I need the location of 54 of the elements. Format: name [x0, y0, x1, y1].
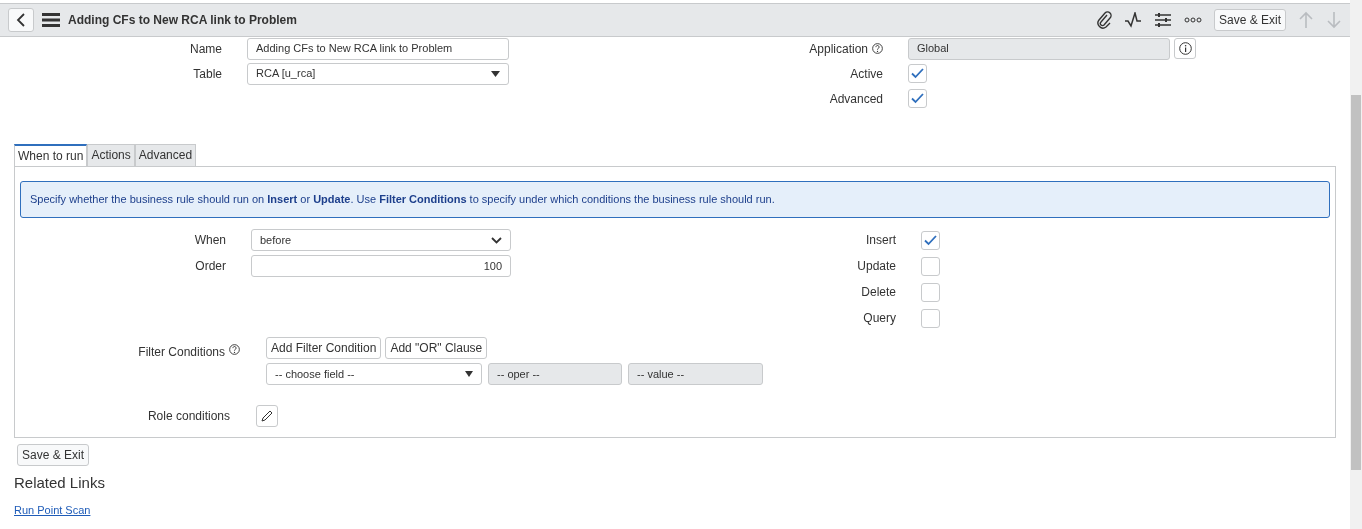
filter-button[interactable]: Add Filter Condition [266, 337, 382, 359]
field-label: Insert [865, 232, 897, 249]
section-heading: Related Links [14, 473, 106, 493]
field-label: Filter Conditions [138, 344, 225, 361]
tab[interactable]: When to run [14, 144, 88, 166]
field-label: Order [194, 258, 227, 275]
caret-icon [491, 70, 500, 77]
field-select[interactable]: -- choose field -- [266, 363, 482, 385]
input-field[interactable]: Adding CFs to New RCA link to Problem [247, 37, 509, 60]
field-label: Update [856, 258, 897, 275]
scrollbar[interactable] [1350, 0, 1362, 529]
tab[interactable]: Advanced [134, 144, 197, 166]
field-label: When [193, 232, 227, 249]
pencil-icon [261, 410, 273, 422]
form-title: Adding CFs to New RCA link to Problem [68, 12, 297, 29]
paperclip-icon[interactable] [1095, 11, 1112, 29]
input-field[interactable]: Global [908, 37, 1170, 60]
help-icon[interactable] [872, 43, 883, 54]
value-field[interactable]: -- value -- [628, 363, 763, 385]
input-field[interactable]: 100 [251, 255, 511, 277]
info-button[interactable] [1174, 38, 1196, 59]
settings-icon[interactable] [1153, 12, 1172, 28]
info-message: Specify whether the business rule should run on Insert or Update. Use Filter Conditions to specify under which conditions the business rule should run. [20, 181, 1330, 218]
pulse-icon[interactable] [1123, 12, 1142, 28]
field-label: Delete [860, 284, 897, 301]
checkbox[interactable] [908, 89, 927, 108]
field-label: Advanced [828, 90, 884, 108]
field-label: Application [809, 40, 868, 58]
operator-field[interactable]: -- oper -- [488, 363, 622, 385]
field-label: Query [862, 310, 897, 327]
more-icon[interactable] [1183, 17, 1202, 23]
back-button[interactable] [8, 8, 34, 32]
chevron-left-icon [16, 13, 26, 27]
tab[interactable]: Actions [87, 144, 135, 166]
filter-button[interactable]: Add "OR" Clause [385, 337, 488, 359]
field-label: Table [192, 65, 223, 83]
checkbox[interactable] [921, 308, 940, 328]
checkbox[interactable] [908, 64, 927, 83]
related-link[interactable]: Run Point Scan [14, 503, 91, 516]
save-exit-button[interactable]: Save & Exit [1213, 9, 1286, 31]
checkbox[interactable] [921, 256, 940, 276]
select-field[interactable]: before [251, 229, 511, 251]
save-exit-button[interactable]: Save & Exit [17, 444, 90, 466]
checkbox[interactable] [921, 230, 940, 250]
checkbox[interactable] [921, 282, 940, 302]
edit-button[interactable] [256, 405, 278, 427]
field-label: Active [849, 65, 884, 83]
select-field[interactable]: RCA [u_rca] [247, 62, 509, 85]
help-icon[interactable] [229, 344, 240, 355]
menu-icon[interactable] [42, 13, 60, 27]
field-label: Name [189, 40, 223, 58]
chevron-down-icon [491, 236, 502, 244]
caret-icon [465, 371, 473, 377]
field-label: Role conditions [147, 409, 230, 423]
